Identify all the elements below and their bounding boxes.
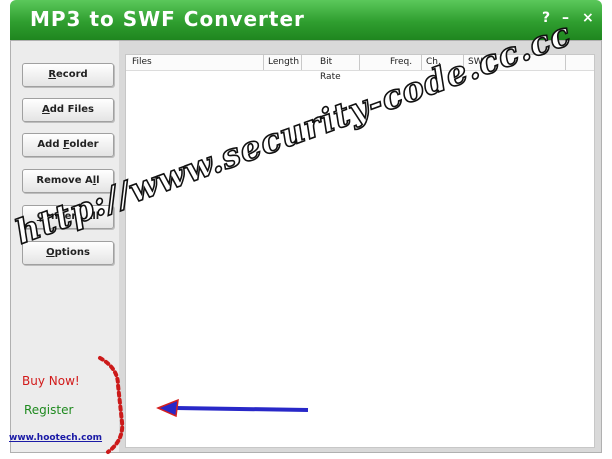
- website-link[interactable]: www.hootech.com: [9, 433, 102, 443]
- add-folder-button[interactable]: Add Folder: [22, 133, 114, 157]
- register-link[interactable]: Register: [24, 403, 73, 417]
- buy-now-link[interactable]: Buy Now!: [22, 374, 80, 388]
- app-window: MP3 to SWF Converter ? – × Record Add Fi…: [0, 0, 612, 459]
- add-files-button[interactable]: Add Files: [22, 98, 114, 122]
- window-title: MP3 to SWF Converter: [30, 7, 305, 31]
- record-button[interactable]: Record: [22, 63, 114, 87]
- column-length[interactable]: Length: [264, 55, 302, 70]
- column-files[interactable]: Files: [128, 55, 264, 70]
- close-button[interactable]: ×: [582, 10, 594, 26]
- column-bit-rate[interactable]: Bit Rate: [302, 55, 360, 82]
